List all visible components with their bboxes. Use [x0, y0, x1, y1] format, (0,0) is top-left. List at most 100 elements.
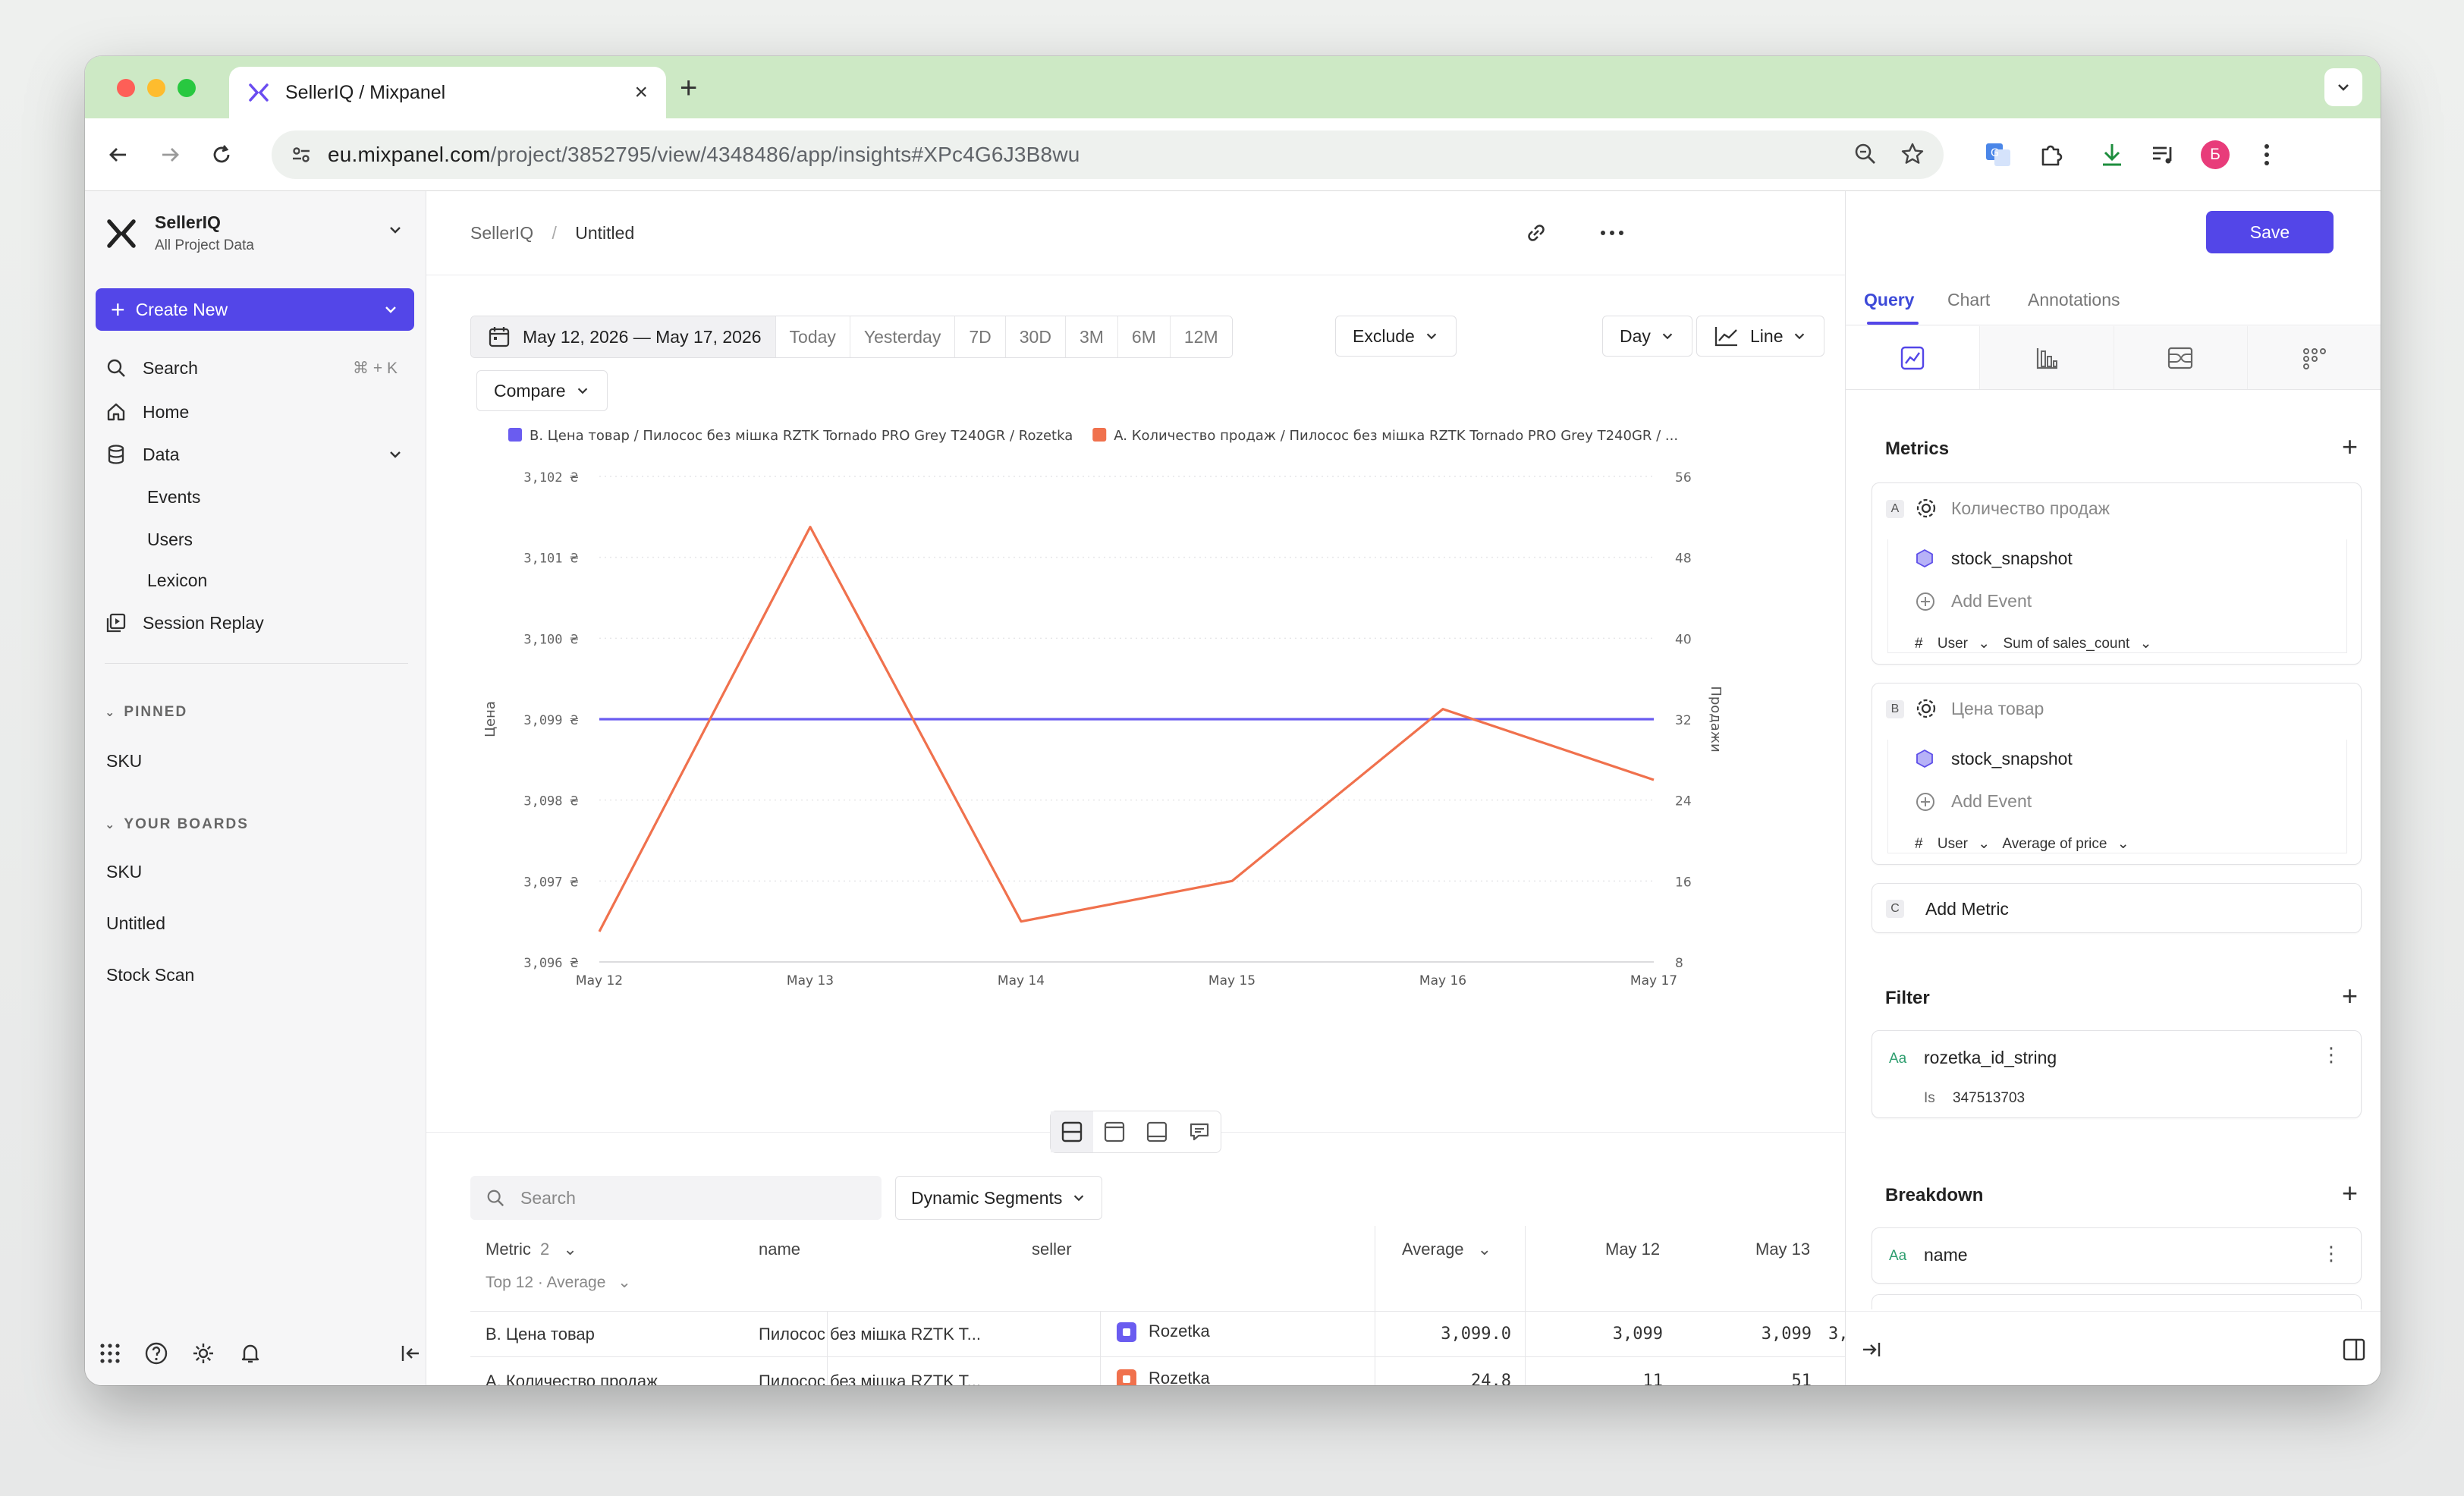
close-window-button[interactable] — [117, 79, 135, 97]
back-button[interactable] — [102, 138, 135, 171]
range-12m[interactable]: 12M — [1169, 316, 1232, 357]
metric-event[interactable]: stock_snapshot — [1951, 548, 2073, 569]
metric-name[interactable]: Цена товар — [1951, 699, 2044, 719]
apps-grid-icon[interactable] — [99, 1342, 121, 1365]
bookmark-star-icon[interactable] — [1900, 141, 1925, 167]
tab-chart[interactable]: Chart — [1947, 290, 1990, 310]
table-row-metric[interactable]: A. Количество продаж — [486, 1372, 658, 1385]
table-row-name[interactable]: Пилосос без мішка RZTK T... — [759, 1325, 981, 1344]
create-new-button[interactable]: + Create New — [96, 288, 414, 331]
add-event-button[interactable]: Add Event — [1951, 791, 2032, 812]
address-bar[interactable]: eu.mixpanel.com/project/3852795/view/434… — [272, 130, 1944, 179]
metric-card[interactable]: B Цена товар stock_snapshot Add Event # … — [1872, 683, 2362, 865]
filter-value[interactable]: 347513703 — [1953, 1090, 2025, 1107]
metric-name[interactable]: Количество продаж — [1951, 498, 2110, 519]
zoom-icon[interactable] — [1853, 141, 1878, 167]
boards-section-toggle[interactable]: ⌄ YOUR BOARDS — [105, 816, 249, 833]
more-vertical-icon[interactable]: ⋮ — [2321, 1242, 2341, 1265]
add-filter-plus-button[interactable]: + — [2342, 980, 2358, 1012]
report-funnels-tab[interactable] — [1979, 326, 2114, 389]
close-tab-icon[interactable]: × — [634, 80, 648, 105]
new-tab-button[interactable]: + — [680, 71, 697, 105]
chart-type-select[interactable]: Line — [1696, 316, 1825, 357]
gear-icon[interactable] — [191, 1341, 215, 1366]
column-metric-sort[interactable]: Top 12 · Average ⌄ — [486, 1273, 631, 1292]
interval-select[interactable]: Day — [1602, 316, 1692, 357]
column-header-date[interactable]: May 12 — [1605, 1240, 1660, 1259]
date-range-picker[interactable]: May 12, 2026 — May 17, 2026 — [471, 316, 775, 357]
collapse-panel-icon[interactable] — [1861, 1339, 1882, 1360]
column-header-seller[interactable]: seller — [1032, 1240, 1072, 1259]
browser-tab[interactable]: SellerIQ / Mixpanel × — [229, 67, 666, 118]
sidebar-item-lexicon[interactable]: Lexicon — [147, 570, 207, 591]
add-metric-button[interactable]: C Add Metric — [1872, 883, 2362, 933]
filter-operator[interactable]: Is — [1924, 1090, 1935, 1107]
bell-icon[interactable] — [238, 1341, 262, 1366]
breakdown-property[interactable]: name — [1924, 1245, 1968, 1265]
table-row-name[interactable]: Пилосос без мішка RZTK T... — [759, 1372, 981, 1385]
range-7d[interactable]: 7D — [954, 316, 1005, 357]
pinned-item-sku[interactable]: SKU — [106, 751, 142, 772]
report-insights-tab[interactable] — [1846, 326, 1980, 389]
downloads-button[interactable] — [2092, 135, 2132, 174]
range-today[interactable]: Today — [775, 316, 850, 357]
column-header-average[interactable]: Average ⌄ — [1402, 1240, 1491, 1259]
add-circle-icon[interactable] — [1915, 591, 1936, 612]
filter-card[interactable]: Aa rozetka_id_string ⋮ Is 347513703 — [1872, 1030, 2362, 1118]
comments-button[interactable] — [1178, 1111, 1221, 1152]
maximize-window-button[interactable] — [178, 79, 196, 97]
extensions-button[interactable] — [2032, 135, 2071, 174]
column-header-metric[interactable]: Metric 2 ⌄ — [486, 1240, 577, 1259]
report-retention-tab[interactable] — [2248, 326, 2381, 389]
media-control-button[interactable] — [2144, 135, 2183, 174]
series-swatch-icon[interactable] — [1117, 1369, 1136, 1385]
metric-event[interactable]: stock_snapshot — [1951, 749, 2073, 769]
dynamic-segments-button[interactable]: Dynamic Segments — [895, 1176, 1103, 1220]
layout-split-button[interactable] — [1051, 1111, 1093, 1152]
sidebar-item-events[interactable]: Events — [147, 487, 200, 508]
save-button[interactable]: Save — [2206, 211, 2334, 253]
pinned-section-toggle[interactable]: ⌄ PINNED — [105, 704, 187, 721]
column-header-date[interactable]: May 13 — [1755, 1240, 1810, 1259]
collapse-sidebar-icon[interactable] — [399, 1342, 422, 1365]
metric-aggregation[interactable]: # User ⌄ Average of price ⌄ — [1915, 835, 2129, 853]
translate-extension-button[interactable]: G — [1978, 135, 2018, 174]
report-flows-tab[interactable] — [2114, 326, 2249, 389]
more-vertical-icon[interactable]: ⋮ — [2321, 1043, 2341, 1067]
metric-aggregation[interactable]: # User ⌄ Sum of sales_count ⌄ — [1915, 635, 2152, 652]
table-row-seller[interactable]: Rozetka — [1117, 1322, 1210, 1343]
board-item-untitled[interactable]: Untitled — [106, 913, 165, 934]
table-search-input[interactable]: Search — [470, 1176, 882, 1220]
formula-gear-icon[interactable] — [1915, 497, 1938, 520]
url-text[interactable]: eu.mixpanel.com/project/3852795/view/434… — [328, 143, 1080, 167]
site-settings-icon[interactable] — [290, 143, 313, 166]
column-header-name[interactable]: name — [759, 1240, 800, 1259]
range-3m[interactable]: 3M — [1064, 316, 1117, 357]
board-item-stock-scan[interactable]: Stock Scan — [106, 965, 194, 985]
range-yesterday[interactable]: Yesterday — [849, 316, 955, 357]
table-row-seller[interactable]: Rozetka — [1117, 1369, 1210, 1385]
tab-query[interactable]: Query — [1864, 290, 1914, 310]
tab-search-button[interactable] — [2324, 68, 2362, 106]
add-metric-plus-button[interactable]: + — [2342, 431, 2358, 463]
breakdown-card[interactable]: Aa name ⋮ — [1872, 1227, 2362, 1284]
minimize-window-button[interactable] — [147, 79, 165, 97]
sidebar-item-users[interactable]: Users — [147, 530, 193, 550]
board-item-sku[interactable]: SKU — [106, 862, 142, 882]
sidebar-item-data[interactable]: Data — [105, 443, 408, 466]
metric-card[interactable]: A Количество продаж stock_snapshot Add E… — [1872, 482, 2362, 665]
add-event-button[interactable]: Add Event — [1951, 591, 2032, 611]
exclude-button[interactable]: Exclude — [1335, 316, 1457, 357]
table-row-metric[interactable]: B. Цена товар — [486, 1325, 595, 1344]
forward-button[interactable] — [153, 138, 187, 171]
compare-button[interactable]: Compare — [476, 370, 608, 411]
breadcrumb-current[interactable]: Untitled — [575, 223, 634, 243]
profile-button[interactable]: Б — [2195, 135, 2235, 174]
breadcrumb-root[interactable]: SellerIQ — [470, 223, 533, 243]
link-icon[interactable] — [1523, 220, 1549, 246]
project-switcher[interactable]: SellerIQ All Project Data — [105, 212, 401, 254]
filter-property[interactable]: rozetka_id_string — [1924, 1048, 2057, 1068]
sidebar-item-session-replay[interactable]: Session Replay — [105, 611, 408, 634]
formula-gear-icon[interactable] — [1915, 697, 1938, 720]
panel-layout-icon[interactable] — [2342, 1337, 2366, 1362]
